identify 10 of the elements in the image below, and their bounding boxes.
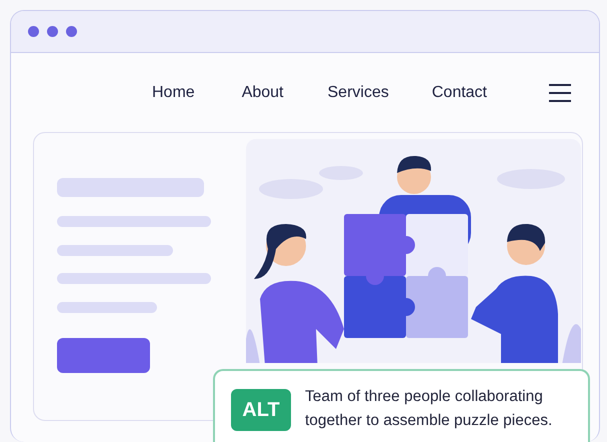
window-dot [47,26,58,37]
alt-badge: ALT [231,389,291,431]
window-dot [28,26,39,37]
window-dot [66,26,77,37]
nav-link[interactable]: Services [328,80,389,104]
nav-link[interactable]: About [242,80,284,104]
alt-text: Team of three people collaborating together to assemble puzzle pieces. [305,387,554,431]
menu-icon[interactable] [549,84,571,102]
nav-link[interactable]: Home [152,80,195,104]
nav-link[interactable]: Contact [432,80,487,104]
